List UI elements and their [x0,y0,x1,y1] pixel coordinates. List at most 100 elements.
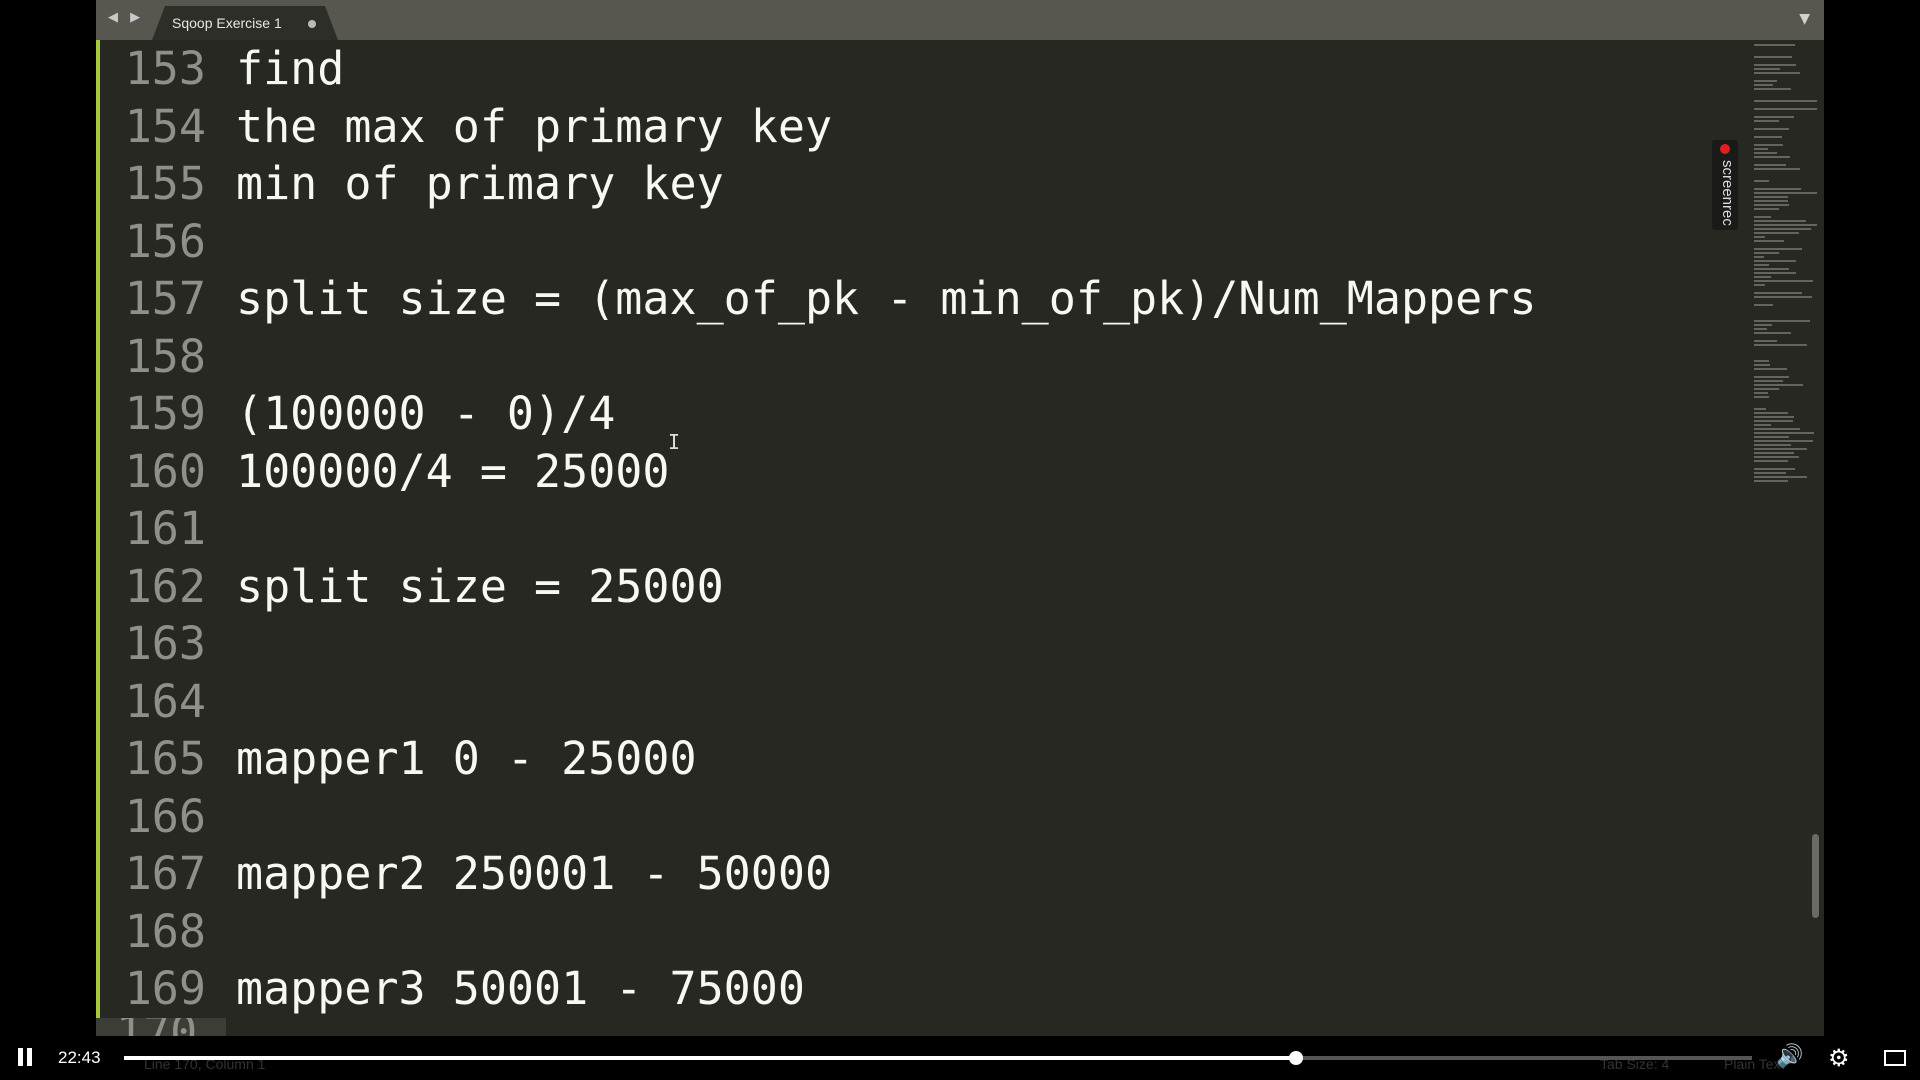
minimap-line [1754,100,1817,102]
minimap-line [1754,304,1773,306]
tab-bar: ◀ ▶ Sqoop Exercise 1 ▼ [96,0,1824,40]
tab-sqoop-exercise-1[interactable]: Sqoop Exercise 1 [152,6,338,40]
minimap-line [1754,88,1791,90]
screenrec-overlay[interactable]: screenrec [1712,140,1738,230]
code-line[interactable]: 168 [96,903,1736,960]
screenrec-label: screenrec [1719,160,1736,226]
line-number: 156 [124,214,206,268]
minimap-line [1754,84,1773,86]
minimap-line [1754,328,1767,330]
minimap-line [1754,44,1795,46]
code-line[interactable]: 165 mapper1 0 - 25000 [96,730,1736,787]
minimap-line [1754,164,1786,166]
code-line[interactable]: 161 [96,500,1736,557]
line-text[interactable]: 100000/4 = 25000 [236,443,669,500]
minimap-line [1754,320,1810,322]
minimap-line [1754,396,1769,398]
line-number: 167 [124,847,206,900]
minimap-line [1754,476,1807,478]
line-text[interactable]: min of primary key [236,155,724,212]
minimap-line [1754,432,1814,434]
code-line[interactable]: 155 min of primary key [96,155,1736,212]
minimap-line [1754,208,1779,210]
progress-bar[interactable] [124,1051,1752,1065]
pause-button[interactable] [16,1048,34,1068]
pause-icon-bar [27,1048,32,1066]
minimap-line [1754,280,1813,282]
minimap-line [1754,72,1800,74]
line-text[interactable]: mapper1 0 - 25000 [236,730,697,787]
line-text[interactable]: mapper2 250001 - 50000 [236,845,832,902]
minimap-line [1754,232,1799,234]
unsaved-dot-icon[interactable] [308,20,316,28]
code-line[interactable]: 160 100000/4 = 25000 [96,443,1736,500]
line-number: 168 [124,904,206,958]
minimap-line [1754,236,1765,238]
code-line[interactable]: 158 [96,328,1736,385]
code-line[interactable]: 167 mapper2 250001 - 50000 [96,845,1736,902]
minimap-line [1754,424,1771,426]
line-text[interactable]: find [236,40,344,97]
minimap-line [1754,412,1788,414]
minimap-line [1754,340,1777,342]
minimap-line [1754,216,1771,218]
line-number: 159 [124,387,206,440]
minimap-line [1754,68,1780,70]
volume-icon[interactable]: 🔊 [1776,1044,1803,1069]
minimap-line [1754,248,1802,250]
code-line[interactable]: 164 [96,673,1736,730]
pause-icon [18,1048,23,1066]
minimap-line [1754,416,1794,418]
minimap-line [1754,444,1791,446]
scrollbar-thumb[interactable] [1812,834,1819,918]
minimap-line [1754,56,1792,58]
code-line[interactable]: 162 split size = 25000 [96,558,1736,615]
minimap-line [1754,448,1807,450]
code-line[interactable]: 153 find [96,40,1736,97]
minimap-line [1754,284,1765,286]
minimap-line [1754,292,1802,294]
gear-icon[interactable]: ⚙ [1828,1044,1850,1072]
code-line[interactable]: 163 [96,615,1736,672]
line-text[interactable]: the max of primary key [236,98,832,155]
line-number: 161 [124,502,206,555]
code-line[interactable]: 157 split size = (max_of_pk - min_of_pk)/… [96,270,1736,327]
code-line[interactable]: 156 [96,213,1736,270]
record-icon [1720,144,1730,154]
code-area[interactable]: 153 find 154 the max of primary key 155 min o… [96,40,1736,1036]
minimap-line [1754,380,1783,382]
minimap-line [1754,276,1771,278]
code-line[interactable]: 159 (100000 - 0)/4 [96,385,1736,442]
line-number: 153 [124,42,206,95]
code-line[interactable]: 169 mapper3 50001 - 75000 [96,960,1736,1017]
fullscreen-button[interactable] [1872,1040,1918,1076]
line-text[interactable]: split size = (max_of_pk - min_of_pk)/Num… [236,270,1536,327]
minimap-line [1754,128,1789,130]
text-cursor-icon: I [668,430,681,454]
progress-handle[interactable] [1289,1051,1304,1065]
minimap-line [1754,168,1800,170]
minimap-line [1754,388,1779,390]
minimap-line [1754,420,1793,422]
minimap-line [1754,436,1789,438]
minimap-line [1754,392,1768,394]
minimap-line [1754,136,1782,138]
minimap-line [1754,408,1766,410]
minimap-line [1754,188,1801,190]
minimap-line [1754,148,1768,150]
code-line[interactable]: 154 the max of primary key [96,98,1736,155]
minimap-line [1754,196,1788,198]
minimap[interactable] [1752,44,1820,484]
code-line[interactable]: 166 [96,788,1736,845]
line-number: 157 [124,272,206,325]
tab-dropdown-icon[interactable]: ▼ [1799,11,1810,27]
minimap-line [1754,364,1770,366]
line-text[interactable]: (100000 - 0)/4 [236,385,615,442]
line-text[interactable]: mapper3 50001 - 75000 [236,960,805,1017]
minimap-line [1754,192,1817,194]
minimap-line [1754,144,1783,146]
progress-fill [124,1056,1297,1060]
line-number: 164 [124,674,206,728]
line-text[interactable]: split size = 25000 [236,558,724,615]
tab-nav-arrows-icon[interactable]: ◀ ▶ [108,10,144,25]
